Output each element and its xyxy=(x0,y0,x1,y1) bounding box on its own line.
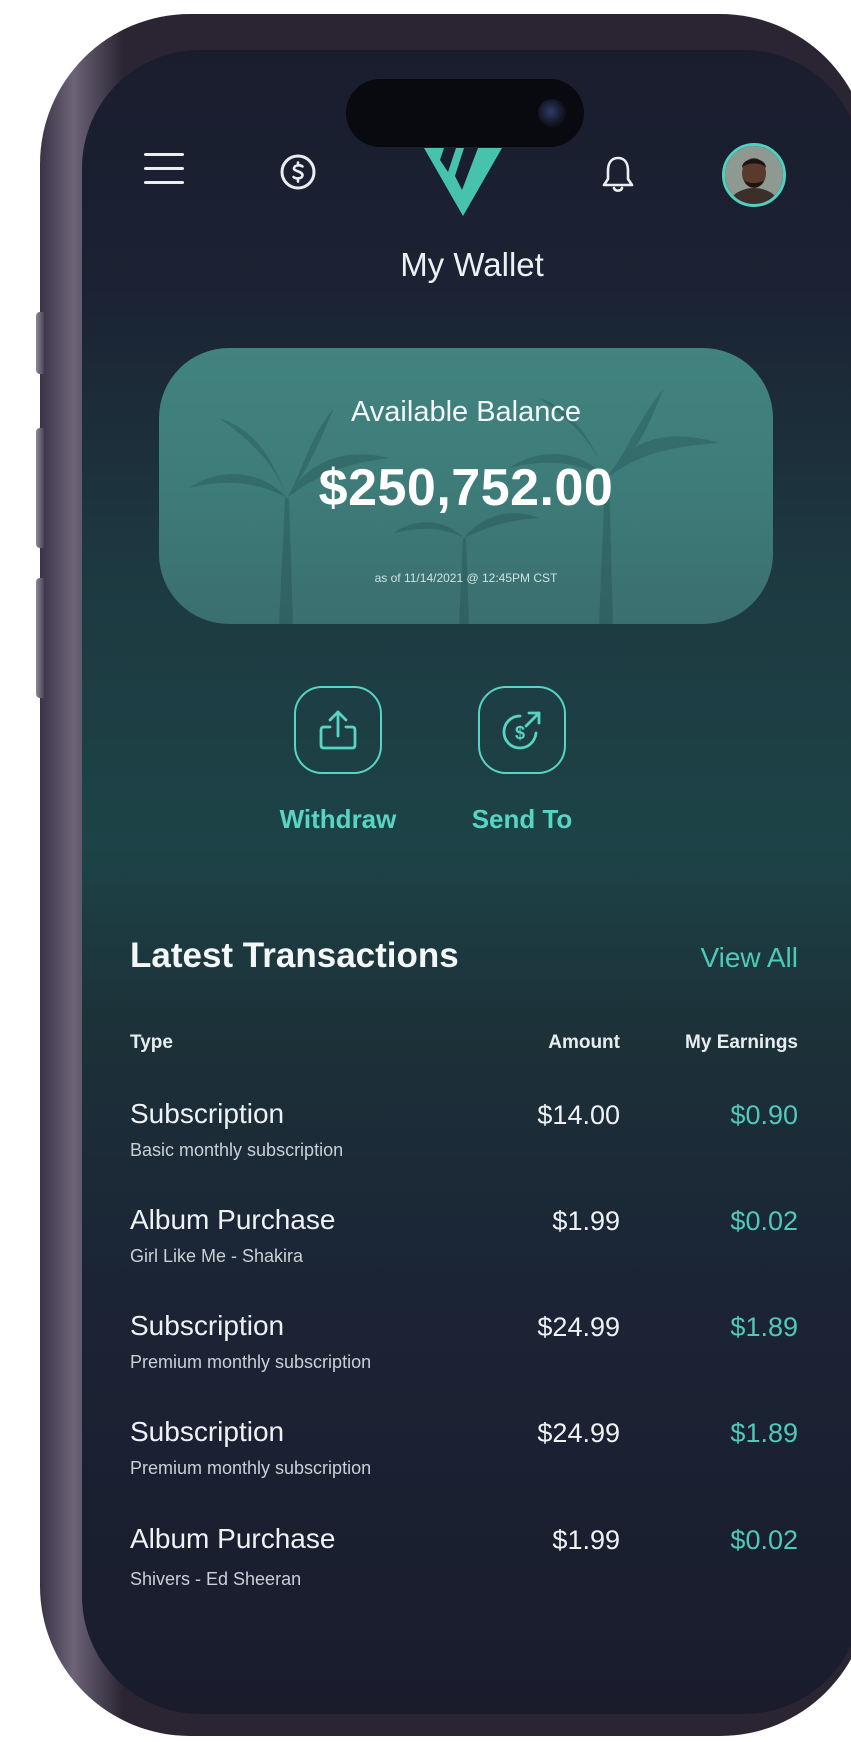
bell-icon[interactable] xyxy=(600,154,636,194)
transaction-amount: $1.99 xyxy=(552,1525,620,1555)
svg-text:$: $ xyxy=(515,723,525,743)
transaction-description: Basic monthly subscription xyxy=(130,1140,344,1160)
balance-timestamp: as of 11/14/2021 @ 12:45PM CST xyxy=(374,571,558,585)
column-header-earnings: My Earnings xyxy=(685,1032,798,1053)
transaction-row[interactable]: Subscription Premium monthly subscriptio… xyxy=(82,1416,851,1516)
transaction-earnings: $0.90 xyxy=(730,1100,798,1130)
transaction-earnings: $0.02 xyxy=(730,1525,798,1555)
transaction-earnings: $1.89 xyxy=(730,1312,798,1342)
send-to-button[interactable]: $ xyxy=(478,686,566,774)
silent-switch xyxy=(36,312,44,374)
transaction-type: Subscription xyxy=(130,1098,285,1129)
transaction-row[interactable]: Subscription Premium monthly subscriptio… xyxy=(82,1310,851,1410)
brand-logo-icon[interactable] xyxy=(422,146,504,218)
transaction-description: Shivers - Ed Sheeran xyxy=(130,1569,302,1589)
transaction-description: Premium monthly subscription xyxy=(130,1458,372,1478)
dollar-send-icon: $ xyxy=(502,711,541,750)
transaction-amount: $24.99 xyxy=(537,1312,620,1342)
column-header-amount: Amount xyxy=(548,1032,620,1053)
transaction-earnings: $0.02 xyxy=(730,1206,798,1236)
dynamic-island xyxy=(346,79,584,147)
transaction-earnings: $1.89 xyxy=(730,1418,798,1448)
withdraw-label: Withdraw xyxy=(279,804,397,834)
transaction-row[interactable]: Album Purchase Shivers - Ed Sheeran $1.9… xyxy=(82,1523,851,1623)
balance-label: Available Balance xyxy=(350,396,582,428)
column-header-type: Type xyxy=(130,1032,173,1053)
page-title: My Wallet xyxy=(400,246,544,283)
transaction-amount: $14.00 xyxy=(537,1100,620,1130)
view-all-link[interactable]: View All xyxy=(700,942,798,974)
balance-card: Available Balance $250,752.00 as of 11/1… xyxy=(159,348,773,624)
volume-down-button xyxy=(36,578,44,698)
transaction-amount: $1.99 xyxy=(552,1206,620,1236)
share-upload-icon xyxy=(319,710,357,750)
balance-amount: $250,752.00 xyxy=(318,459,614,517)
transaction-amount: $24.99 xyxy=(537,1418,620,1448)
transaction-type: Subscription xyxy=(130,1310,285,1341)
send-to-label: Send To xyxy=(471,804,573,834)
dollar-coin-icon[interactable] xyxy=(278,152,318,192)
transaction-row[interactable]: Album Purchase Girl Like Me - Shakira $1… xyxy=(82,1204,851,1304)
transaction-type: Subscription xyxy=(130,1416,285,1447)
menu-icon[interactable] xyxy=(144,153,184,187)
transactions-heading: Latest Transactions xyxy=(130,936,459,975)
avatar[interactable] xyxy=(722,143,786,207)
transaction-type: Album Purchase xyxy=(130,1204,336,1235)
transaction-type: Album Purchase xyxy=(130,1523,336,1554)
send-to-action[interactable]: $ Send To xyxy=(452,686,592,835)
transaction-description: Premium monthly subscription xyxy=(130,1352,372,1372)
withdraw-action[interactable]: Withdraw xyxy=(268,686,408,835)
transaction-description: Girl Like Me - Shakira xyxy=(130,1246,304,1266)
volume-up-button xyxy=(36,428,44,548)
app-screen: My Wallet Available Balance $250,752.00 … xyxy=(82,50,851,1714)
withdraw-button[interactable] xyxy=(294,686,382,774)
transaction-row[interactable]: Subscription Basic monthly subscription … xyxy=(82,1098,851,1198)
front-camera xyxy=(538,99,566,127)
